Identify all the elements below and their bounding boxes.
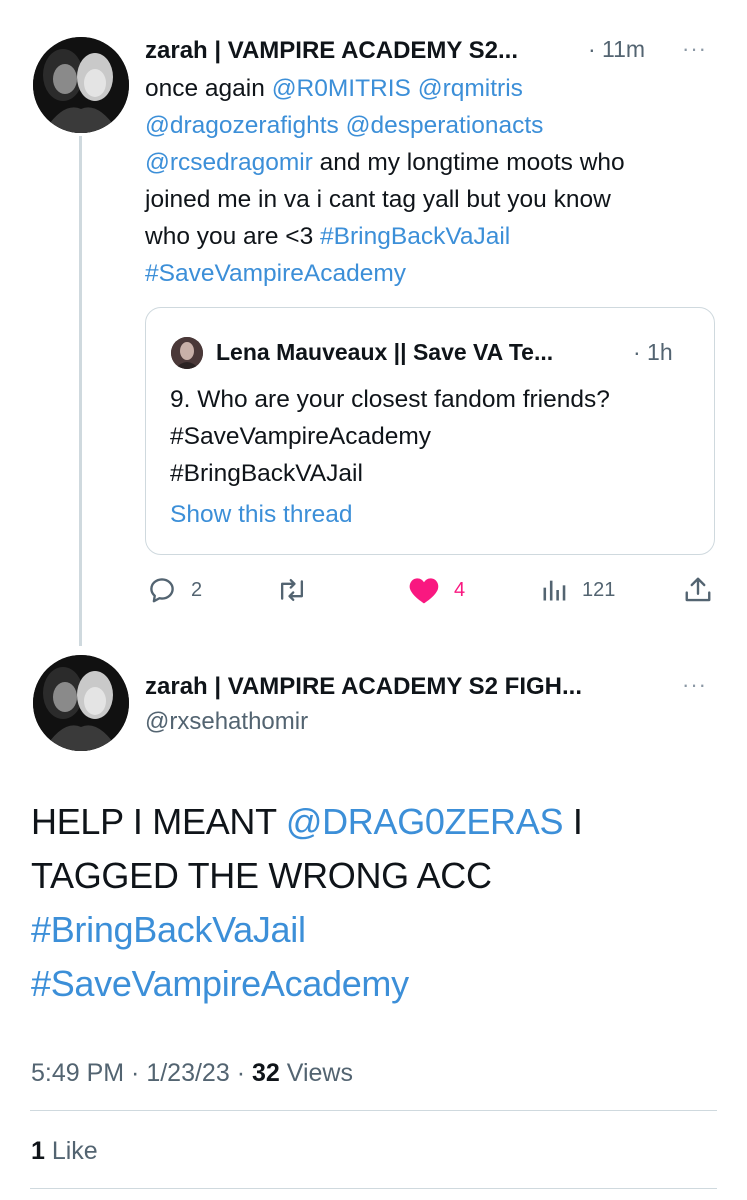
text-segment: HELP I MEANT bbox=[31, 801, 286, 842]
mention-link[interactable]: @dragozerafights bbox=[145, 112, 339, 139]
hashtag-link[interactable]: #BringBackVaJail bbox=[31, 909, 306, 950]
quoted-tweet-text: 9. Who are your closest fandom friends? … bbox=[170, 381, 610, 492]
reply-button[interactable]: 2 bbox=[147, 575, 202, 605]
quoted-author-name[interactable]: Lena Mauveaux || Save VA Te... bbox=[216, 339, 553, 366]
avatar[interactable] bbox=[33, 37, 129, 133]
hashtag-link[interactable]: #SaveVampireAcademy bbox=[145, 260, 406, 287]
tweet-metadata: 5:49 PM · 1/23/23 · 32 Views bbox=[31, 1059, 353, 1088]
tweet-time[interactable]: · 11m bbox=[588, 36, 645, 63]
likes-summary[interactable]: 1 Like bbox=[31, 1137, 98, 1166]
quoted-tweet[interactable]: Lena Mauveaux || Save VA Te... · 1h 9. W… bbox=[145, 307, 715, 555]
share-button[interactable] bbox=[683, 575, 713, 605]
likes-count: 1 bbox=[31, 1137, 45, 1165]
retweet-icon bbox=[280, 578, 304, 602]
author-name[interactable]: zarah | VAMPIRE ACADEMY S2... bbox=[145, 37, 518, 65]
text-segment: TAGGED THE WRONG ACC bbox=[31, 855, 492, 896]
quoted-text-line: #SaveVampireAcademy bbox=[170, 423, 432, 450]
mention-link[interactable]: @rcsedragomir bbox=[145, 149, 313, 176]
author-handle[interactable]: @rxsehathomir bbox=[145, 708, 308, 736]
quoted-text-line: 9. Who are your closest fandom friends? bbox=[170, 386, 610, 413]
quoted-tweet-time[interactable]: · 1h bbox=[633, 339, 673, 366]
retweet-button[interactable] bbox=[276, 575, 322, 605]
more-options-icon[interactable]: ··· bbox=[682, 36, 707, 62]
like-count: 4 bbox=[454, 578, 466, 601]
views-label: Views bbox=[279, 1059, 353, 1087]
text-segment: joined me in va i cant tag yall but you … bbox=[145, 186, 611, 213]
reply-icon bbox=[150, 578, 174, 603]
hashtag-link[interactable]: #SaveVampireAcademy bbox=[31, 963, 409, 1004]
text-segment: once again bbox=[145, 75, 272, 102]
likes-label: Like bbox=[44, 1137, 98, 1165]
avatar-photo-icon bbox=[33, 37, 129, 133]
views-count: 32 bbox=[251, 1059, 280, 1087]
separator: · bbox=[124, 1059, 147, 1087]
mention-link[interactable]: @desperationacts bbox=[346, 112, 544, 139]
quoted-avatar-photo-icon bbox=[171, 337, 203, 369]
quoted-avatar bbox=[171, 337, 203, 369]
text-segment: I bbox=[563, 801, 583, 842]
separator: · bbox=[229, 1059, 252, 1087]
hashtag-link[interactable]: #BringBackVaJail bbox=[320, 223, 510, 250]
show-thread-link[interactable]: Show this thread bbox=[170, 501, 353, 529]
avatar-photo-icon bbox=[33, 655, 129, 751]
more-options-icon[interactable]: ··· bbox=[682, 672, 707, 698]
mention-link[interactable]: @rqmitris bbox=[418, 75, 523, 102]
mention-link[interactable]: @R0MITRIS bbox=[272, 75, 411, 102]
tweet-text: once again @R0MITRIS @rqmitris @dragozer… bbox=[145, 70, 715, 292]
heart-filled-icon bbox=[409, 578, 439, 604]
author-name[interactable]: zarah | VAMPIRE ACADEMY S2 FIGH... bbox=[145, 673, 582, 701]
reply-count: 2 bbox=[191, 578, 203, 601]
mention-link[interactable]: @DRAG0ZERAS bbox=[286, 801, 564, 842]
quoted-text-line: #BringBackVAJail bbox=[170, 460, 363, 487]
divider bbox=[30, 1110, 717, 1111]
tweet-text: HELP I MEANT @DRAG0ZERAS I TAGGED THE WR… bbox=[31, 795, 721, 1011]
views-count: 121 bbox=[582, 578, 616, 601]
divider bbox=[30, 1188, 717, 1189]
text-segment: and my longtime moots who bbox=[312, 149, 625, 176]
like-button[interactable]: 4 bbox=[408, 575, 465, 605]
share-upload-icon bbox=[685, 577, 711, 602]
thread-connector-line bbox=[79, 136, 82, 646]
tweet-timestamp[interactable]: 5:49 PM bbox=[31, 1059, 124, 1087]
avatar[interactable] bbox=[33, 655, 129, 751]
analytics-bars-icon bbox=[543, 580, 566, 601]
tweet-date[interactable]: 1/23/23 bbox=[146, 1059, 229, 1087]
views-button[interactable]: 121 bbox=[540, 575, 615, 605]
text-segment: who you are <3 bbox=[145, 223, 321, 250]
